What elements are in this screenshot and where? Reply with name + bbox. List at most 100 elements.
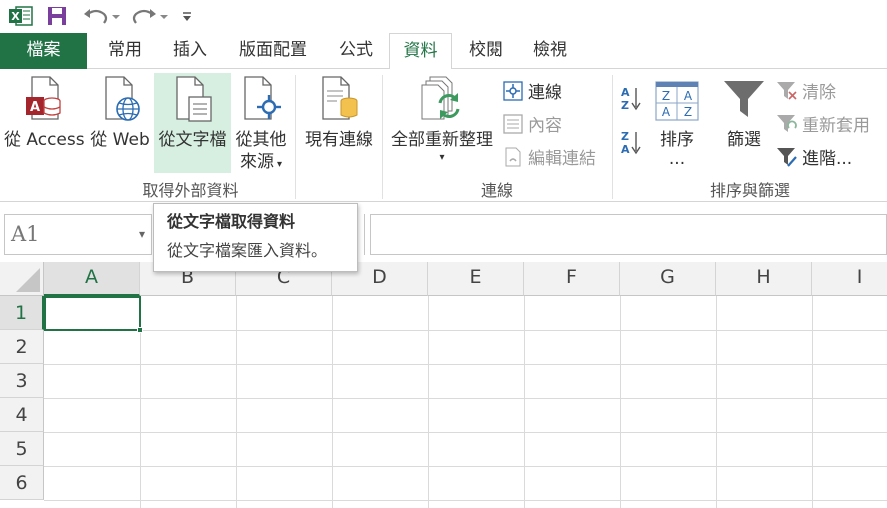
other-sources-icon bbox=[231, 73, 291, 123]
dropdown-arrow-icon: ▾ bbox=[276, 159, 283, 170]
from-other-label-2: 來源 bbox=[239, 152, 274, 172]
properties-label: 內容 bbox=[528, 116, 562, 136]
from-other-label-1: 從其他 bbox=[235, 130, 287, 150]
column-header-a[interactable]: A bbox=[44, 262, 140, 296]
advanced-filter-icon bbox=[776, 146, 798, 168]
gridline bbox=[524, 296, 525, 508]
tab-insert[interactable]: 插入 bbox=[160, 33, 220, 69]
reapply-button[interactable]: 重新套用 bbox=[776, 111, 870, 136]
gridline bbox=[620, 296, 621, 508]
clear-filter-icon bbox=[776, 80, 798, 102]
reapply-icon bbox=[776, 113, 798, 135]
gridline bbox=[812, 296, 813, 508]
properties-button[interactable]: 內容 bbox=[502, 111, 562, 136]
customize-icon[interactable] bbox=[178, 5, 196, 27]
text-file-icon bbox=[154, 73, 231, 123]
gridline bbox=[716, 296, 717, 508]
column-header-e[interactable]: E bbox=[428, 262, 524, 296]
row-header-3[interactable]: 3 bbox=[0, 364, 44, 398]
edit-links-button[interactable]: 編輯連結 bbox=[502, 144, 596, 169]
tab-view[interactable]: 檢視 bbox=[520, 33, 580, 69]
svg-text:Z: Z bbox=[621, 130, 629, 143]
gridline bbox=[332, 296, 333, 508]
clear-button[interactable]: 清除 bbox=[776, 78, 836, 103]
connections-icon bbox=[502, 80, 524, 102]
from-text-button[interactable]: 從文字檔 bbox=[154, 73, 231, 173]
excel-logo-icon: X bbox=[8, 5, 34, 27]
from-other-sources-button[interactable]: 從其他 來源 ▾ bbox=[231, 73, 291, 173]
column-header-h[interactable]: H bbox=[716, 262, 812, 296]
name-box-value: A1 bbox=[11, 222, 40, 246]
ribbon-tabs: 檔案 常用 插入 版面配置 公式 資料 校閱 檢視 bbox=[0, 33, 887, 70]
gridline bbox=[44, 330, 887, 331]
fill-handle[interactable] bbox=[137, 327, 143, 333]
from-web-label: 從 Web bbox=[90, 130, 150, 150]
clear-label: 清除 bbox=[802, 83, 836, 103]
refresh-all-button[interactable]: 全部重新整理 ▾ bbox=[386, 73, 498, 173]
tab-home[interactable]: 常用 bbox=[95, 33, 155, 69]
select-all-corner[interactable] bbox=[0, 262, 44, 296]
row-header-1[interactable]: 1 bbox=[0, 296, 44, 330]
svg-text:Z: Z bbox=[662, 89, 670, 103]
svg-text:A: A bbox=[621, 143, 630, 155]
connections-button[interactable]: 連線 bbox=[502, 78, 562, 103]
sort-descending-button[interactable]: Z A bbox=[620, 130, 646, 155]
tooltip-title: 從文字檔取得資料 bbox=[167, 212, 296, 231]
tab-data[interactable]: 資料 bbox=[389, 33, 452, 70]
properties-icon bbox=[502, 113, 524, 135]
group-get-external-data: 取得外部資料 bbox=[142, 181, 239, 200]
row-header-2[interactable]: 2 bbox=[0, 330, 44, 364]
save-icon[interactable] bbox=[45, 5, 69, 27]
connections-label: 連線 bbox=[528, 83, 562, 103]
svg-text:A: A bbox=[684, 89, 693, 103]
name-box[interactable]: A1 ▾ bbox=[4, 214, 152, 255]
group-sort-filter: 排序與篩選 bbox=[709, 181, 790, 200]
from-web-button[interactable]: 從 Web bbox=[86, 73, 154, 169]
refresh-all-label: 全部重新整理 bbox=[391, 130, 493, 150]
tab-page-layout[interactable]: 版面配置 bbox=[228, 33, 318, 69]
dropdown-arrow-icon: ▾ bbox=[439, 152, 445, 163]
tab-file[interactable]: 檔案 bbox=[0, 33, 87, 69]
filter-button[interactable]: 篩選 bbox=[714, 75, 774, 173]
existing-connections-button[interactable]: 現有連線 bbox=[299, 73, 379, 169]
sort-label: 排序 bbox=[660, 130, 694, 150]
row-header-5[interactable]: 5 bbox=[0, 432, 44, 466]
separator bbox=[364, 214, 365, 255]
edit-links-label: 編輯連結 bbox=[528, 149, 596, 169]
row-header-4[interactable]: 4 bbox=[0, 398, 44, 432]
tab-review[interactable]: 校閱 bbox=[456, 33, 516, 69]
access-icon: A bbox=[4, 73, 84, 123]
svg-text:A: A bbox=[30, 100, 40, 115]
dropdown-arrow-icon[interactable]: ▾ bbox=[139, 215, 145, 253]
svg-text:X: X bbox=[11, 10, 20, 23]
sort-ascending-button[interactable]: A Z bbox=[620, 86, 646, 111]
formula-bar: A1 ▾ bbox=[0, 203, 887, 259]
from-access-label: 從 Access bbox=[4, 130, 85, 150]
from-access-button[interactable]: A 從 Access bbox=[4, 73, 85, 169]
formula-input[interactable] bbox=[370, 214, 887, 255]
sort-dialog-icon: Z A A Z bbox=[648, 75, 706, 121]
group-connections: 連線 bbox=[480, 181, 513, 200]
undo-icon[interactable] bbox=[82, 5, 122, 27]
column-header-i[interactable]: I bbox=[812, 262, 887, 296]
svg-text:A: A bbox=[662, 105, 671, 119]
row-header-6[interactable]: 6 bbox=[0, 466, 44, 500]
filter-label: 篩選 bbox=[727, 130, 761, 150]
active-cell-a1[interactable] bbox=[44, 296, 143, 333]
tab-formulas[interactable]: 公式 bbox=[326, 33, 386, 69]
column-header-g[interactable]: G bbox=[620, 262, 716, 296]
worksheet-grid[interactable]: A B C D E F G H I 1 2 3 4 5 6 bbox=[0, 262, 887, 508]
sort-az-icon: A Z bbox=[620, 86, 642, 111]
column-header-f[interactable]: F bbox=[524, 262, 620, 296]
sort-button[interactable]: Z A A Z 排序 ... bbox=[648, 75, 706, 173]
from-text-label: 從文字檔 bbox=[158, 130, 227, 150]
redo-icon[interactable] bbox=[130, 5, 170, 27]
web-icon bbox=[86, 73, 154, 123]
advanced-button[interactable]: 進階... bbox=[776, 144, 852, 169]
gridline bbox=[44, 500, 887, 501]
gridline bbox=[44, 364, 887, 365]
gridline bbox=[44, 466, 887, 467]
sort-more-label: ... bbox=[668, 149, 686, 169]
refresh-icon bbox=[386, 73, 498, 123]
gridline bbox=[236, 296, 237, 508]
